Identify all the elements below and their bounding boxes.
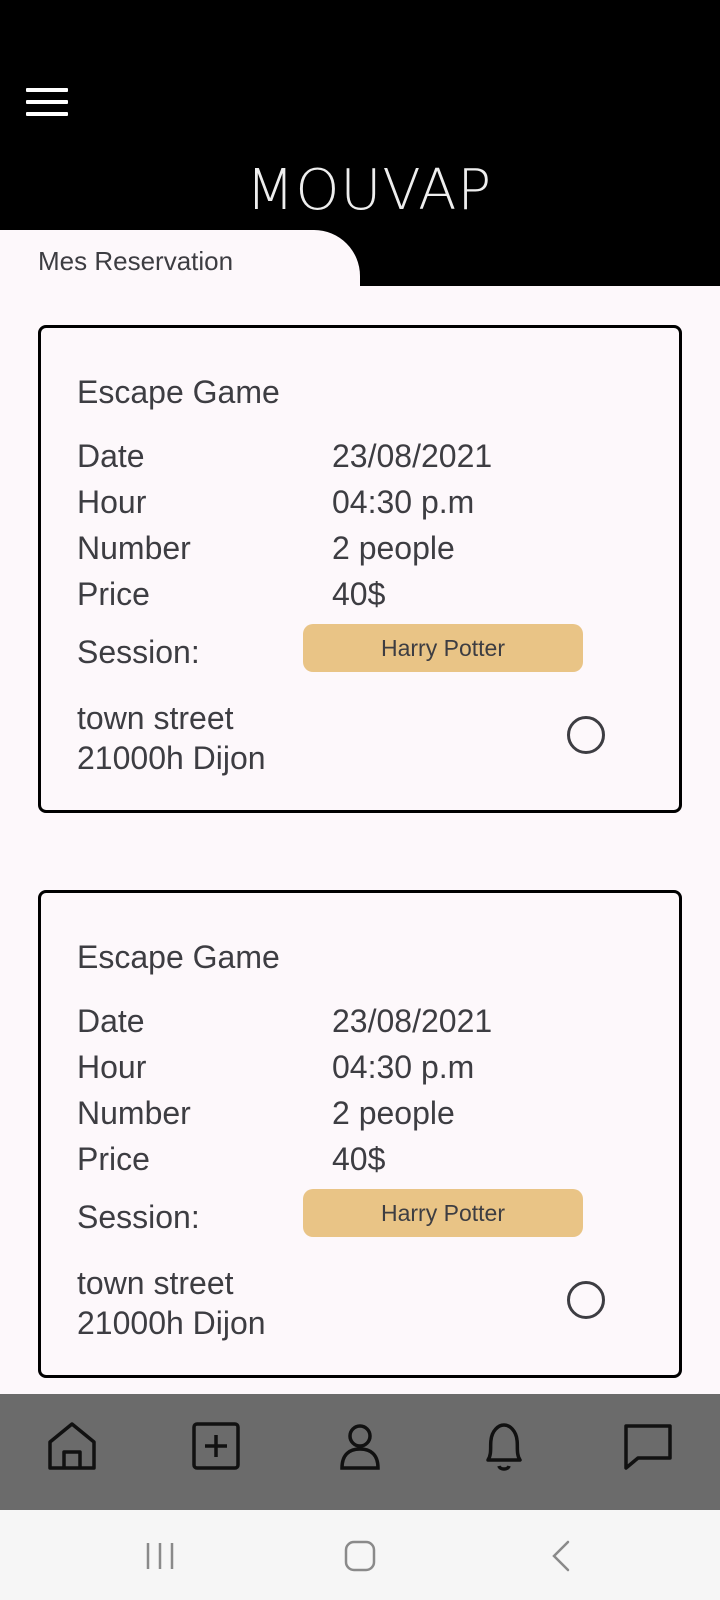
- address: town street 21000h Dijon: [77, 698, 266, 778]
- hour-label: Hour: [77, 1049, 147, 1085]
- number-label: Number: [77, 530, 191, 566]
- number-row: Number 2 people: [77, 530, 455, 567]
- page-title-tab: Mes Reservation: [0, 230, 360, 286]
- profile-icon[interactable]: [330, 1416, 390, 1476]
- date-row: Date 23/08/2021: [77, 438, 492, 475]
- back-icon[interactable]: [540, 1534, 584, 1578]
- page-title: Mes Reservation: [38, 246, 234, 276]
- recents-icon[interactable]: [138, 1534, 182, 1578]
- price-row: Price 40$: [77, 576, 385, 613]
- app-header: MOUVAP Mes Reservation: [0, 0, 720, 286]
- select-radio-button[interactable]: [567, 716, 605, 754]
- hour-value: 04:30 p.m: [332, 484, 475, 520]
- logo-text: MOUVAP: [246, 158, 493, 223]
- number-value: 2 people: [332, 530, 455, 566]
- number-value: 2 people: [332, 1095, 455, 1131]
- address-line-1: town street: [77, 700, 234, 736]
- session-label: Session:: [77, 1199, 200, 1235]
- add-square-icon[interactable]: [186, 1416, 246, 1476]
- number-label: Number: [77, 1095, 191, 1131]
- session-label: Session:: [77, 634, 200, 670]
- price-value: 40$: [332, 1141, 386, 1177]
- hour-row: Hour 04:30 p.m: [77, 484, 474, 521]
- price-label: Price: [77, 1141, 150, 1177]
- address: town street 21000h Dijon: [77, 1263, 266, 1343]
- reservation-card[interactable]: Escape Game Date 23/08/2021 Hour 04:30 p…: [38, 890, 682, 1378]
- price-label: Price: [77, 576, 150, 612]
- reservation-card[interactable]: Escape Game Date 23/08/2021 Hour 04:30 p…: [38, 325, 682, 813]
- select-radio-button[interactable]: [567, 1281, 605, 1319]
- address-line-2: 21000h Dijon: [77, 740, 266, 776]
- date-label: Date: [77, 1003, 145, 1039]
- address-line-1: town street: [77, 1265, 234, 1301]
- hour-label: Hour: [77, 484, 147, 520]
- session-badge[interactable]: Harry Potter: [303, 1189, 583, 1237]
- mouvap-logo: MOUVAP: [246, 150, 491, 224]
- hour-value: 04:30 p.m: [332, 1049, 475, 1085]
- date-value: 23/08/2021: [332, 1003, 493, 1039]
- number-row: Number 2 people: [77, 1095, 455, 1132]
- system-navigation-bar: [0, 1510, 720, 1600]
- address-line-2: 21000h Dijon: [77, 1305, 266, 1341]
- date-value: 23/08/2021: [332, 438, 493, 474]
- price-row: Price 40$: [77, 1141, 385, 1178]
- hour-row: Hour 04:30 p.m: [77, 1049, 474, 1086]
- date-row: Date 23/08/2021: [77, 1003, 492, 1040]
- chat-icon[interactable]: [618, 1416, 678, 1476]
- bottom-nav-bar: [0, 1394, 720, 1510]
- date-label: Date: [77, 438, 145, 474]
- reservation-title: Escape Game: [77, 939, 280, 975]
- home-circle-icon[interactable]: [338, 1534, 382, 1578]
- hamburger-menu-icon[interactable]: [22, 84, 72, 124]
- bell-icon[interactable]: [474, 1416, 534, 1476]
- home-icon[interactable]: [42, 1416, 102, 1476]
- session-badge[interactable]: Harry Potter: [303, 624, 583, 672]
- price-value: 40$: [332, 576, 386, 612]
- reservation-title: Escape Game: [77, 374, 280, 410]
